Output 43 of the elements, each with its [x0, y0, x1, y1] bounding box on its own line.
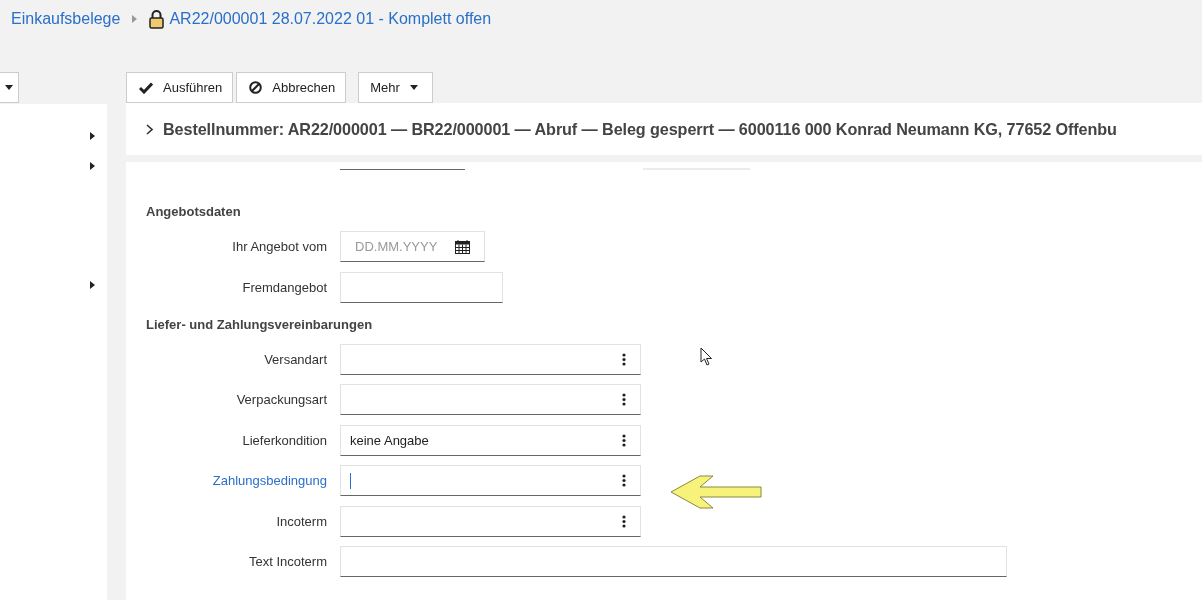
cancel-button[interactable]: Abbrechen	[236, 72, 347, 103]
breadcrumb-current[interactable]: AR22/000001 28.07.2022 01 - Komplett offen	[169, 10, 492, 28]
more-options-icon[interactable]	[622, 433, 626, 447]
checkmark-icon	[139, 81, 153, 94]
field-label: Verpackungsart	[235, 392, 327, 407]
section-heading: Liefer- und Zahlungsvereinbarungen	[146, 316, 374, 332]
more-options-icon[interactable]	[622, 393, 626, 406]
field-label: Versandart	[263, 351, 327, 367]
more-options-icon[interactable]	[622, 352, 626, 366]
input-field[interactable]	[340, 546, 1007, 577]
caret-right-icon[interactable]	[90, 281, 95, 289]
caret-right-icon[interactable]	[90, 132, 95, 140]
text-cursor	[350, 472, 351, 489]
mouse-pointer-icon	[700, 347, 713, 367]
caret-down-icon	[5, 85, 13, 90]
caret-right-icon[interactable]	[90, 162, 95, 170]
calendar-icon[interactable]	[455, 239, 470, 254]
execute-button[interactable]: Ausführen	[126, 72, 234, 103]
input-field[interactable]	[340, 505, 641, 537]
date-placeholder: DD.MM.YYYY	[355, 239, 438, 254]
input-field[interactable]	[340, 343, 641, 375]
section-heading: Angebotsdaten	[146, 204, 242, 219]
field-label: Fremdangebot	[241, 279, 327, 295]
chevron-right-icon	[132, 15, 138, 23]
input-field[interactable]: keine Angabe	[340, 424, 641, 456]
field-label: Lieferkondition	[241, 432, 327, 448]
input-field[interactable]	[340, 384, 641, 415]
more-options-icon[interactable]	[622, 514, 626, 528]
header-title: Bestellnummer: AR22/000001 — BR22/000001 — Abruf — Beleg gesperrt — 6000116 000 Konrad Neumann KG, 77652 Offenbu	[163, 119, 1117, 139]
breadcrumb-link[interactable]: Einkaufsbelege	[11, 10, 121, 28]
cancel-icon	[249, 81, 263, 94]
field-label: Zahlungsbedingung	[211, 473, 327, 488]
more-options-icon[interactable]	[622, 474, 626, 487]
more-menu-button[interactable]: Mehr	[358, 72, 433, 103]
field-label: Ihr Angebot vom	[231, 239, 327, 254]
dropdown-button[interactable]	[0, 72, 19, 103]
input-field[interactable]	[340, 465, 641, 496]
caret-down-icon	[409, 85, 418, 90]
field-label: Incoterm	[275, 513, 327, 529]
field-label: Text Incoterm	[247, 554, 327, 569]
chevron-right-icon[interactable]	[146, 123, 153, 135]
field-value: keine Angabe	[350, 432, 429, 448]
input-field[interactable]	[340, 271, 503, 303]
